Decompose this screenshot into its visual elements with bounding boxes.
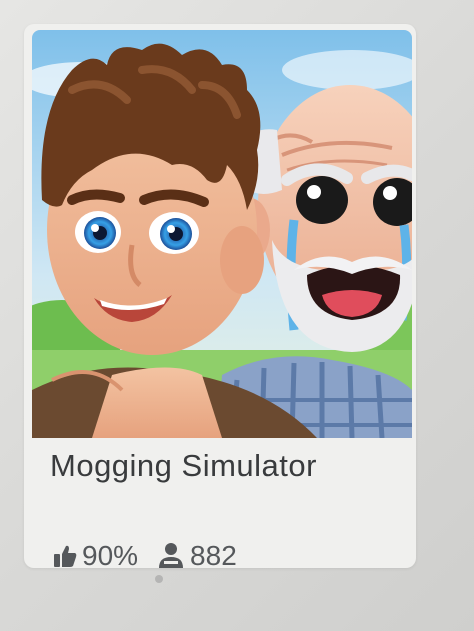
game-stats: 90% 882 bbox=[52, 536, 255, 568]
like-ratio-stat: 90% bbox=[52, 540, 138, 568]
player-count: 882 bbox=[190, 540, 237, 568]
game-thumbnail-image[interactable] bbox=[32, 30, 412, 438]
player-count-stat: 882 bbox=[156, 540, 237, 568]
screen: Mogging Simulator 90% 882 bbox=[0, 0, 474, 631]
game-title[interactable]: Mogging Simulator bbox=[50, 448, 317, 484]
smudge bbox=[155, 575, 163, 583]
game-card[interactable]: Mogging Simulator 90% 882 bbox=[24, 24, 416, 568]
like-ratio: 90% bbox=[82, 540, 139, 568]
players-icon bbox=[159, 543, 184, 568]
thumbs-up-icon bbox=[54, 545, 77, 567]
thumbnail-art bbox=[32, 30, 412, 438]
